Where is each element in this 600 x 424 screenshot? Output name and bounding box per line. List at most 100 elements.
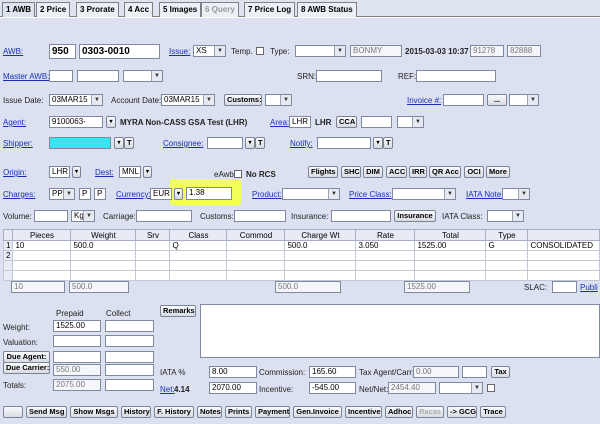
incentive-button[interactable]: Incentive	[345, 406, 382, 418]
cell-srv[interactable]	[135, 240, 171, 251]
dest-lookup-icon[interactable]: ▾	[143, 166, 152, 178]
net-net-select[interactable]: ▼	[439, 382, 483, 394]
product-select[interactable]: ▼	[282, 188, 340, 200]
price-class-label[interactable]: Price Class:	[349, 190, 392, 199]
adhoc-button[interactable]: Adhoc	[385, 406, 413, 418]
net-input[interactable]: 2070.00	[209, 382, 257, 394]
irr-button[interactable]: IRR	[409, 166, 427, 178]
due-agent-prepaid[interactable]	[53, 351, 101, 363]
invoice-input[interactable]	[443, 94, 484, 106]
master-awb-label[interactable]: Master AWB:	[3, 72, 49, 81]
cell-pieces[interactable]: 10	[12, 240, 72, 251]
shipper-lookup-icon[interactable]: ▾	[114, 137, 124, 149]
oci-button[interactable]: OCI	[464, 166, 484, 178]
invoice-browse-button[interactable]: ...	[487, 94, 507, 106]
invoice-select[interactable]: ▼	[509, 94, 539, 106]
tab-awb-status[interactable]: 8 AWB Status	[297, 2, 357, 17]
type-select[interactable]: ▼	[295, 45, 346, 57]
due-carrier-collect[interactable]	[105, 364, 154, 376]
master-number-input[interactable]	[77, 70, 119, 82]
table-row[interactable]	[2, 270, 600, 281]
show-msgs-button[interactable]: Show Msgs	[70, 406, 118, 418]
cca-button[interactable]: CCA	[336, 116, 357, 128]
payment-button[interactable]: Payment	[255, 406, 290, 418]
dest-label[interactable]: Dest:	[95, 168, 114, 177]
iata-note-select[interactable]: ▼	[502, 188, 530, 200]
gcg-button[interactable]: -> GCG	[447, 406, 477, 418]
remarks-textarea[interactable]	[200, 304, 600, 358]
net-net-checkbox[interactable]	[487, 384, 495, 392]
account-date-select[interactable]: 03MAR15 ▼	[161, 94, 215, 106]
cell-commod[interactable]	[226, 250, 286, 261]
invoice-label[interactable]: Invoice #:	[407, 96, 441, 105]
cca-input[interactable]	[361, 116, 392, 128]
tab-price-log[interactable]: 7 Price Log	[244, 2, 296, 17]
customs-select[interactable]: ▼	[265, 94, 292, 106]
origin-input[interactable]: LHR	[49, 166, 70, 178]
shc-button[interactable]: SHC	[341, 166, 361, 178]
notify-input[interactable]	[317, 137, 371, 149]
area-label[interactable]: Area:	[270, 118, 289, 127]
cell-type[interactable]: G	[485, 240, 529, 251]
ref-input[interactable]	[416, 70, 496, 82]
agent-label[interactable]: Agent:	[3, 118, 26, 127]
gen-invoice-button[interactable]: Gen.Invoice	[293, 406, 342, 418]
flights-button[interactable]: Flights	[308, 166, 338, 178]
valuation-collect[interactable]	[105, 335, 154, 347]
tab-images[interactable]: 5 Images	[159, 2, 202, 17]
cell-description[interactable]	[527, 250, 600, 261]
valuation-prepaid[interactable]	[53, 335, 101, 347]
awb-prefix-input[interactable]: 950	[49, 44, 76, 59]
master-select[interactable]: ▼	[123, 70, 163, 82]
carriage-input[interactable]	[136, 210, 192, 222]
insurance-input[interactable]	[331, 210, 391, 222]
remarks-button[interactable]: Remarks	[160, 305, 196, 317]
publish-link[interactable]: Publi	[580, 283, 598, 292]
tab-acc[interactable]: 4 Acc	[124, 2, 154, 17]
price-class-select[interactable]: ▼	[392, 188, 456, 200]
send-msg-button[interactable]: Send Msg	[26, 406, 67, 418]
consignee-label[interactable]: Consignee:	[163, 139, 203, 148]
area-input[interactable]: LHR	[289, 116, 311, 128]
tab-prorate[interactable]: 3 Prorate	[76, 2, 119, 17]
agent-lookup-icon[interactable]: ▾	[106, 116, 116, 128]
cell-charge-wt[interactable]	[284, 250, 357, 261]
cell-rate[interactable]	[355, 250, 416, 261]
tab-price[interactable]: 2 Price	[36, 2, 71, 17]
acc-button[interactable]: ACC	[386, 166, 407, 178]
consignee-lookup-icon[interactable]: ▾	[245, 137, 255, 149]
f-history-button[interactable]: F. History	[154, 406, 194, 418]
table-row[interactable]: 2	[2, 250, 600, 261]
agent-code-input[interactable]: 9100063-	[49, 116, 103, 128]
cell-charge-wt[interactable]: 500.0	[284, 240, 357, 251]
qr-acc-button[interactable]: QR Acc	[429, 166, 461, 178]
charges-label[interactable]: Charges:	[3, 190, 35, 199]
more-button[interactable]: More	[486, 166, 510, 178]
consignee-input[interactable]	[207, 137, 243, 149]
totals-collect[interactable]	[105, 379, 154, 391]
dest-input[interactable]: MNL	[119, 166, 141, 178]
table-row[interactable]: 1 10 500.0 Q 500.0 3.050 1525.00 G CONSO…	[2, 240, 600, 251]
cell-total[interactable]: 1525.00	[414, 240, 487, 251]
notify-t-button[interactable]: T	[383, 137, 393, 149]
issue-date-select[interactable]: 03MAR15 ▼	[49, 94, 103, 106]
origin-label[interactable]: Origin:	[3, 168, 27, 177]
origin-lookup-icon[interactable]: ▾	[72, 166, 81, 178]
iata-class-select[interactable]: ▼	[487, 210, 524, 222]
currency-lookup-icon[interactable]: ▾	[174, 188, 183, 200]
shipper-t-button[interactable]: T	[124, 137, 134, 149]
notes-button[interactable]: Notes	[197, 406, 222, 418]
cell-weight[interactable]: 500.0	[70, 240, 137, 251]
cell-description[interactable]: CONSOLIDATED	[527, 240, 600, 251]
table-row[interactable]	[2, 260, 600, 271]
temp-checkbox[interactable]	[256, 47, 264, 55]
weight-prepaid[interactable]: 1525.00	[53, 320, 101, 332]
consignee-t-button[interactable]: T	[255, 137, 265, 149]
cca-select[interactable]: ▼	[397, 116, 424, 128]
currency-label[interactable]: Currency:	[116, 190, 151, 199]
srn-input[interactable]	[316, 70, 382, 82]
cell-total[interactable]	[414, 250, 487, 261]
slac-input[interactable]	[552, 281, 577, 293]
cell-srv[interactable]	[135, 250, 171, 261]
iata-note-label[interactable]: IATA Note:	[466, 190, 504, 199]
